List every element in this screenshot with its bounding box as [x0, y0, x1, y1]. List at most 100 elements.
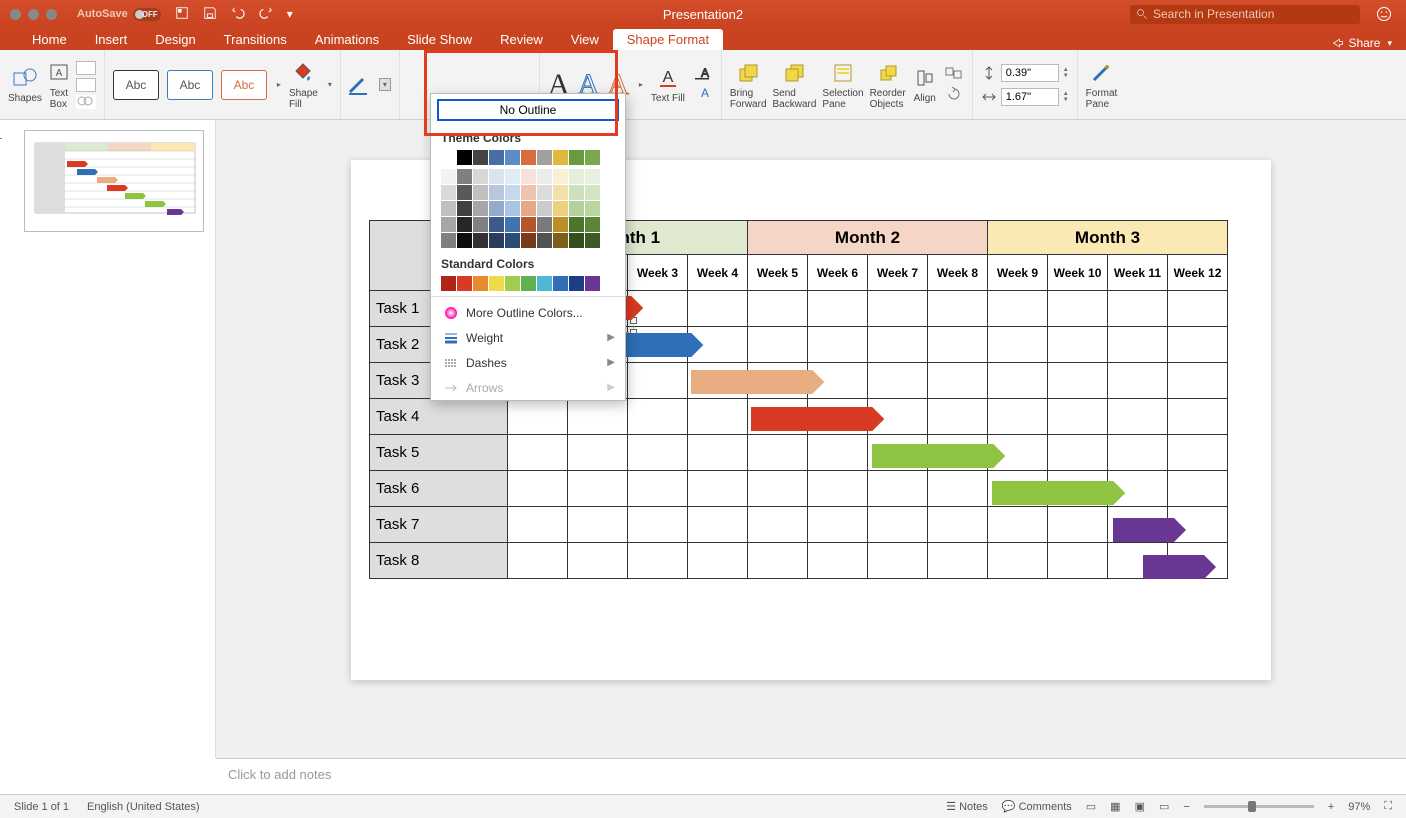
color-swatch[interactable] [457, 185, 472, 200]
color-swatch[interactable] [457, 233, 472, 248]
color-swatch[interactable] [457, 201, 472, 216]
color-swatch[interactable] [537, 217, 552, 232]
gantt-bar[interactable] [751, 407, 886, 431]
text-effects-icon[interactable]: A [693, 86, 713, 103]
color-swatch[interactable] [457, 276, 472, 291]
save-icon[interactable] [203, 6, 217, 23]
color-swatch[interactable] [537, 276, 552, 291]
dashes-submenu[interactable]: Dashes▶ [431, 350, 625, 375]
color-swatch[interactable] [489, 217, 504, 232]
format-pane-button[interactable]: Format Pane [1086, 60, 1118, 110]
color-swatch[interactable] [537, 169, 552, 184]
style-sample-3[interactable]: Abc [221, 70, 267, 100]
color-swatch[interactable] [585, 201, 600, 216]
tab-slideshow[interactable]: Slide Show [393, 29, 486, 50]
color-swatch[interactable] [521, 276, 536, 291]
color-swatch[interactable] [489, 276, 504, 291]
slideshow-view-icon[interactable]: ▭ [1159, 800, 1169, 813]
color-swatch[interactable] [457, 169, 472, 184]
color-swatch[interactable] [553, 276, 568, 291]
text-outline-icon[interactable]: A [693, 66, 713, 83]
color-swatch[interactable] [569, 185, 584, 200]
height-input[interactable] [1001, 64, 1059, 82]
color-swatch[interactable] [441, 201, 456, 216]
color-swatch[interactable] [569, 217, 584, 232]
tab-home[interactable]: Home [18, 29, 81, 50]
color-swatch[interactable] [569, 276, 584, 291]
slide-thumbnail[interactable] [24, 130, 204, 232]
color-swatch[interactable] [521, 233, 536, 248]
color-swatch[interactable] [505, 169, 520, 184]
color-swatch[interactable] [537, 201, 552, 216]
group-icon[interactable] [944, 66, 964, 83]
tab-transitions[interactable]: Transitions [210, 29, 301, 50]
color-swatch[interactable] [505, 276, 520, 291]
shapes-button[interactable]: Shapes [8, 65, 42, 104]
color-swatch[interactable] [505, 233, 520, 248]
style-sample-2[interactable]: Abc [167, 70, 213, 100]
share-button[interactable]: Share▾ [1332, 36, 1392, 50]
color-swatch[interactable] [553, 201, 568, 216]
no-outline-option[interactable]: No Outline [437, 99, 619, 121]
color-swatch[interactable] [569, 201, 584, 216]
slide-canvas[interactable]: Month 1 Month 2 Month 3 Week 3Week 4Week… [216, 120, 1406, 758]
color-swatch[interactable] [489, 150, 504, 165]
notes-pane[interactable]: Click to add notes [216, 758, 1406, 794]
send-backward-button[interactable]: Send Backward [773, 60, 817, 110]
customize-qat-icon[interactable]: ▾ [287, 7, 293, 21]
color-swatch[interactable] [457, 217, 472, 232]
color-swatch[interactable] [521, 217, 536, 232]
color-swatch[interactable] [537, 233, 552, 248]
redo-icon[interactable] [259, 6, 273, 23]
tab-insert[interactable]: Insert [81, 29, 142, 50]
color-swatch[interactable] [585, 276, 600, 291]
style-sample-1[interactable]: Abc [113, 70, 159, 100]
shape-outline-button[interactable] [343, 70, 373, 100]
home-icon[interactable] [175, 6, 189, 23]
shape-outline-dropdown[interactable]: ▾ [379, 78, 391, 91]
color-swatch[interactable] [553, 169, 568, 184]
color-swatch[interactable] [505, 201, 520, 216]
edit-shape-icon[interactable] [76, 61, 96, 75]
language-indicator[interactable]: English (United States) [87, 801, 200, 813]
color-swatch[interactable] [473, 233, 488, 248]
width-input[interactable] [1001, 88, 1059, 106]
style-gallery-more[interactable]: ▸ [277, 80, 281, 89]
color-swatch[interactable] [505, 217, 520, 232]
bring-forward-button[interactable]: Bring Forward [730, 60, 767, 110]
window-controls[interactable] [0, 9, 57, 20]
textbox-button[interactable]: A Text Box [46, 60, 72, 110]
merge-shape-icon[interactable] [76, 78, 96, 92]
color-swatch[interactable] [521, 150, 536, 165]
slide-indicator[interactable]: Slide 1 of 1 [14, 801, 69, 813]
weight-submenu[interactable]: Weight▶ [431, 325, 625, 350]
zoom-slider[interactable] [1204, 805, 1314, 808]
color-swatch[interactable] [441, 185, 456, 200]
gantt-bar[interactable] [992, 481, 1127, 505]
autosave-toggle[interactable]: AutoSave OFF [77, 8, 161, 21]
gantt-bar[interactable] [872, 444, 1007, 468]
shape-fill-button[interactable]: Shape Fill [289, 60, 318, 110]
color-swatch[interactable] [473, 201, 488, 216]
color-swatch[interactable] [585, 217, 600, 232]
reading-view-icon[interactable]: ▣ [1135, 800, 1145, 813]
color-swatch[interactable] [585, 169, 600, 184]
color-swatch[interactable] [473, 169, 488, 184]
color-swatch[interactable] [585, 150, 600, 165]
color-swatch[interactable] [441, 233, 456, 248]
color-swatch[interactable] [521, 169, 536, 184]
sorter-view-icon[interactable]: ▦ [1110, 800, 1120, 813]
color-swatch[interactable] [505, 185, 520, 200]
undo-icon[interactable] [231, 6, 245, 23]
zoom-in[interactable]: + [1328, 801, 1334, 813]
color-swatch[interactable] [489, 169, 504, 184]
tab-shape-format[interactable]: Shape Format [613, 29, 723, 50]
slide-panel[interactable]: 1 [0, 120, 216, 758]
color-swatch[interactable] [441, 169, 456, 184]
fit-to-window-icon[interactable]: ⛶ [1384, 800, 1392, 813]
text-fill-button[interactable]: A Text Fill [651, 65, 685, 104]
color-swatch[interactable] [489, 185, 504, 200]
color-swatch[interactable] [537, 185, 552, 200]
tab-animations[interactable]: Animations [301, 29, 393, 50]
zoom-out[interactable]: − [1183, 801, 1189, 813]
